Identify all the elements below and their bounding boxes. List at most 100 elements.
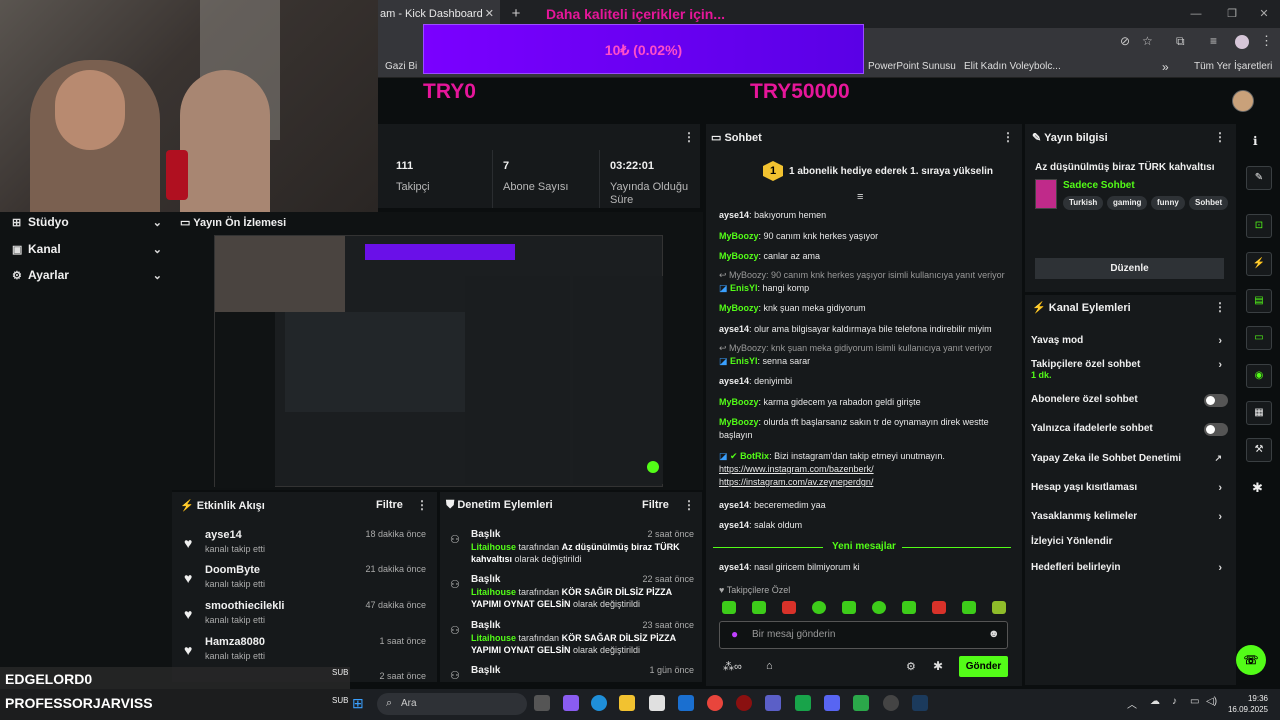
windows-start-icon[interactable]: ⊞ [352, 695, 368, 711]
emote-icon[interactable] [872, 601, 886, 614]
emote-icon[interactable] [992, 601, 1006, 614]
action-slow-mode[interactable]: Yavaş mod › [1031, 335, 1228, 349]
network-icon[interactable]: ▭ [1190, 696, 1199, 707]
activity-menu-icon[interactable]: ⋮ [416, 498, 428, 512]
toggle-switch[interactable] [1204, 423, 1228, 436]
steam-icon[interactable] [912, 695, 928, 711]
emote-icon[interactable] [812, 601, 826, 614]
action-goals[interactable]: Hedefleri belirleyin › [1031, 562, 1228, 576]
chat-link[interactable]: https://www.instagram.com/bazenberk/ [719, 464, 874, 474]
pinned-message[interactable]: 1 abonelik hediye ederek 1. sıraya yükse… [789, 166, 993, 177]
emote-icon[interactable] [902, 601, 916, 614]
activity-user[interactable]: smoothiecilekli [205, 600, 284, 612]
send-button[interactable]: Gönder [959, 656, 1008, 677]
bookmark-item[interactable]: Gazi Bi [385, 56, 417, 78]
store-icon[interactable]: ⌂ [766, 660, 773, 672]
chat-bubble-icon[interactable]: ▭ [1246, 326, 1272, 350]
clip-icon[interactable]: ⊡ [1246, 214, 1272, 238]
emote-icon[interactable] [962, 601, 976, 614]
moderation-menu-icon[interactable]: ⋮ [683, 498, 695, 512]
copilot-icon[interactable] [563, 695, 579, 711]
action-emotes-only[interactable]: Yalnızca ifadelerle sohbet [1031, 423, 1228, 437]
teams-icon[interactable] [765, 695, 781, 711]
edge-icon[interactable] [591, 695, 607, 711]
activity-filter-button[interactable]: Filtre [376, 499, 403, 511]
action-banned-words[interactable]: Yasaklanmış kelimeler › [1031, 511, 1228, 525]
task-view-icon[interactable] [534, 695, 550, 711]
nav-studio[interactable]: ⊞ Stüdyo ⌄ [12, 209, 162, 235]
bookmark-item[interactable]: Elit Kadın Voleybolc... [964, 56, 1061, 78]
volume-icon[interactable]: ◁) [1206, 696, 1217, 707]
activity-user[interactable]: Hamza8080 [205, 636, 265, 648]
link-icon[interactable]: ⁂∞ [723, 660, 742, 673]
edit-button[interactable]: Düzenle [1035, 258, 1224, 279]
extensions-icon[interactable]: ⧉ [1176, 34, 1185, 49]
xbox-icon[interactable] [795, 695, 811, 711]
bookmark-item[interactable]: PowerPoint Sunusu [868, 56, 956, 78]
user-avatar[interactable] [1232, 90, 1254, 112]
notes-icon[interactable]: ▤ [1246, 289, 1272, 313]
emote-icon[interactable] [782, 601, 796, 614]
puzzle-icon[interactable]: ✱ [933, 659, 943, 673]
activity-user[interactable]: DoomByte [205, 564, 260, 576]
outlook-icon[interactable] [678, 695, 694, 711]
action-subscribers-only[interactable]: Abonelere özel sohbet [1031, 394, 1228, 408]
emote-icon[interactable] [842, 601, 856, 614]
chrome-icon[interactable] [707, 695, 723, 711]
new-tab-button[interactable]: + [506, 4, 526, 24]
profile-icon[interactable] [1235, 35, 1249, 49]
info-menu-icon[interactable]: ⋮ [1214, 130, 1226, 144]
action-ai-moderation[interactable]: Yapay Zeka ile Sohbet Denetimi ↗ [1031, 453, 1228, 467]
edit-icon[interactable]: ✎ [1246, 166, 1272, 190]
moderation-filter-button[interactable]: Filtre [642, 499, 669, 511]
stream-preview-video[interactable] [214, 235, 663, 488]
nav-channel[interactable]: ▣ Kanal ⌄ [12, 236, 162, 262]
app-icon[interactable] [853, 695, 869, 711]
chat-input[interactable]: Bir mesaj gönderin [719, 621, 1008, 649]
chat-link[interactable]: https://instagram.com/av.zeyneperdgn/ [719, 477, 873, 487]
settings-icon[interactable]: ⚙ [906, 660, 916, 673]
minimize-icon[interactable]: — [1186, 4, 1206, 24]
tray-expand-icon[interactable]: ︿ [1127, 696, 1137, 711]
menu-icon[interactable]: ⋮ [1260, 33, 1273, 49]
action-raid[interactable]: İzleyici Yönlendir [1031, 536, 1228, 550]
taskbar-clock[interactable]: 19:36 16.09.2025 [1224, 693, 1268, 715]
obs-icon[interactable] [883, 695, 899, 711]
emote-icon[interactable] [752, 601, 766, 614]
help-chat-icon[interactable]: ☏ [1236, 645, 1266, 675]
more-bookmarks-icon[interactable]: » [1162, 56, 1169, 78]
cloud-icon[interactable]: ☁ [1150, 696, 1160, 707]
taskbar-search[interactable]: Ara [377, 693, 527, 715]
flash-icon[interactable]: ⚡ [1246, 252, 1272, 276]
emote-icon[interactable] [932, 601, 946, 614]
chat-menu-icon[interactable]: ⋮ [1002, 130, 1014, 144]
action-followers-only[interactable]: Takipçilere özel sohbet 1 dk. › [1031, 359, 1228, 381]
broadcast-icon[interactable]: ◉ [1246, 364, 1272, 388]
explorer-icon[interactable] [619, 695, 635, 711]
store-icon[interactable] [649, 695, 665, 711]
mic-icon[interactable]: ● [731, 627, 738, 641]
nav-settings[interactable]: ⚙ Ayarlar ⌄ [12, 262, 162, 288]
layout-icon[interactable]: ▦ [1246, 401, 1272, 425]
eye-off-icon[interactable]: ⊘ [1120, 34, 1130, 48]
actions-menu-icon[interactable]: ⋮ [1214, 300, 1226, 314]
star-icon[interactable]: ☆ [1142, 34, 1153, 48]
toggle-switch[interactable] [1204, 394, 1228, 407]
emoji-icon[interactable]: ☻ [988, 628, 1000, 640]
category-name[interactable]: Sadece Sohbet [1063, 180, 1135, 191]
media-icon[interactable]: ≡ [1210, 34, 1217, 48]
puzzle-icon[interactable]: ✱ [1252, 480, 1263, 496]
maximize-icon[interactable]: ❐ [1222, 4, 1242, 24]
app-icon[interactable] [736, 695, 752, 711]
info-icon[interactable]: ℹ [1253, 134, 1258, 148]
stats-menu-icon[interactable]: ⋮ [683, 130, 695, 144]
action-account-age[interactable]: Hesap yaşı kısıtlaması › [1031, 482, 1228, 496]
emote-icon[interactable] [722, 601, 736, 614]
bookmark-folder[interactable]: Tüm Yer İşaretleri [1194, 56, 1272, 78]
tools-icon[interactable]: ⚒ [1246, 438, 1272, 462]
window-close-icon[interactable]: ✕ [1254, 4, 1274, 24]
mic-tray-icon[interactable]: ♪ [1172, 696, 1177, 707]
discord-icon[interactable] [824, 695, 840, 711]
activity-user[interactable]: ayse14 [205, 529, 242, 541]
collapse-icon[interactable]: ≡ [857, 191, 863, 203]
